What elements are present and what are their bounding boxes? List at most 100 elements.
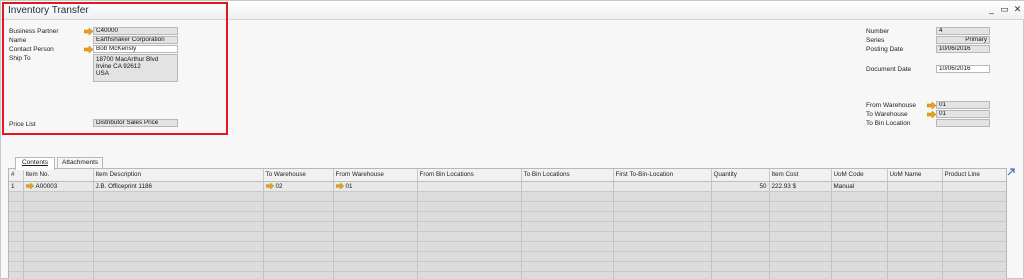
empty-cell[interactable] (613, 271, 712, 279)
link-arrow-icon[interactable] (927, 102, 936, 109)
empty-cell[interactable] (613, 221, 712, 232)
empty-cell[interactable] (263, 261, 334, 272)
empty-cell[interactable] (769, 191, 832, 202)
from-warehouse-cell[interactable]: 01 (333, 181, 418, 192)
column-header[interactable]: Item Description (93, 169, 264, 182)
empty-cell[interactable] (711, 251, 770, 262)
empty-cell[interactable] (942, 271, 1006, 279)
empty-cell[interactable] (9, 221, 24, 232)
empty-cell[interactable] (887, 191, 943, 202)
table-row[interactable]: 1 A00003 J.B. Officeprint 1186 02 01 50 … (9, 181, 1006, 192)
column-header[interactable]: To Warehouse (263, 169, 334, 182)
empty-cell[interactable] (613, 201, 712, 212)
empty-cell[interactable] (887, 261, 943, 272)
empty-cell[interactable] (942, 221, 1006, 232)
empty-cell[interactable] (417, 231, 522, 242)
empty-table-row[interactable] (9, 271, 1006, 279)
empty-cell[interactable] (831, 201, 888, 212)
column-header[interactable]: To Bin Locations (521, 169, 614, 182)
empty-cell[interactable] (769, 231, 832, 242)
empty-table-row[interactable] (9, 261, 1006, 272)
empty-cell[interactable] (613, 191, 712, 202)
empty-cell[interactable] (521, 231, 614, 242)
column-header[interactable]: UoM Code (831, 169, 888, 182)
empty-cell[interactable] (263, 201, 334, 212)
empty-cell[interactable] (93, 241, 264, 252)
empty-cell[interactable] (417, 241, 522, 252)
to-bin-location-field[interactable] (936, 119, 990, 127)
empty-cell[interactable] (613, 261, 712, 272)
empty-cell[interactable] (769, 261, 832, 272)
empty-cell[interactable] (521, 271, 614, 279)
empty-cell[interactable] (9, 241, 24, 252)
empty-cell[interactable] (711, 211, 770, 222)
empty-cell[interactable] (711, 191, 770, 202)
minimize-button[interactable]: _ (986, 4, 997, 15)
link-arrow-icon[interactable] (927, 111, 936, 118)
empty-cell[interactable] (769, 271, 832, 279)
expand-grid-icon[interactable] (1007, 167, 1016, 176)
empty-cell[interactable] (831, 271, 888, 279)
empty-cell[interactable] (887, 201, 943, 212)
contents-grid[interactable]: # Item No. Item Description To Warehouse… (8, 168, 1007, 279)
uom-code-cell[interactable]: Manual (831, 181, 888, 192)
empty-cell[interactable] (769, 201, 832, 212)
empty-cell[interactable] (333, 221, 418, 232)
empty-cell[interactable] (769, 211, 832, 222)
item-cost-cell[interactable]: 222.93 $ (769, 181, 832, 192)
quantity-cell[interactable]: 50 (711, 181, 770, 192)
tab-contents[interactable]: Contents (15, 157, 55, 170)
empty-cell[interactable] (942, 241, 1006, 252)
empty-cell[interactable] (613, 211, 712, 222)
empty-cell[interactable] (942, 251, 1006, 262)
empty-cell[interactable] (831, 261, 888, 272)
empty-cell[interactable] (831, 231, 888, 242)
uom-name-cell[interactable] (887, 181, 943, 192)
empty-cell[interactable] (333, 211, 418, 222)
empty-cell[interactable] (333, 241, 418, 252)
number-field[interactable]: 4 (936, 27, 990, 35)
empty-cell[interactable] (887, 251, 943, 262)
empty-cell[interactable] (417, 201, 522, 212)
empty-cell[interactable] (333, 251, 418, 262)
empty-cell[interactable] (887, 231, 943, 242)
empty-cell[interactable] (887, 241, 943, 252)
empty-table-row[interactable] (9, 241, 1006, 252)
empty-cell[interactable] (9, 211, 24, 222)
empty-cell[interactable] (417, 211, 522, 222)
empty-cell[interactable] (521, 201, 614, 212)
empty-cell[interactable] (711, 241, 770, 252)
empty-cell[interactable] (887, 271, 943, 279)
empty-cell[interactable] (23, 221, 94, 232)
empty-cell[interactable] (711, 231, 770, 242)
empty-cell[interactable] (93, 271, 264, 279)
empty-cell[interactable] (23, 211, 94, 222)
empty-cell[interactable] (93, 201, 264, 212)
empty-cell[interactable] (93, 251, 264, 262)
empty-cell[interactable] (831, 221, 888, 232)
empty-cell[interactable] (887, 221, 943, 232)
empty-cell[interactable] (263, 221, 334, 232)
empty-table-row[interactable] (9, 221, 1006, 232)
empty-cell[interactable] (263, 241, 334, 252)
empty-cell[interactable] (521, 211, 614, 222)
empty-cell[interactable] (23, 261, 94, 272)
column-header[interactable]: # (9, 169, 24, 182)
to-warehouse-field[interactable]: 01 (936, 110, 990, 118)
empty-cell[interactable] (263, 251, 334, 262)
empty-cell[interactable] (942, 201, 1006, 212)
empty-cell[interactable] (769, 251, 832, 262)
empty-cell[interactable] (942, 191, 1006, 202)
empty-cell[interactable] (23, 201, 94, 212)
empty-cell[interactable] (9, 271, 24, 279)
empty-cell[interactable] (93, 211, 264, 222)
empty-cell[interactable] (769, 221, 832, 232)
empty-cell[interactable] (831, 211, 888, 222)
empty-cell[interactable] (333, 271, 418, 279)
empty-cell[interactable] (263, 271, 334, 279)
empty-cell[interactable] (942, 231, 1006, 242)
link-arrow-icon[interactable] (265, 182, 274, 189)
empty-table-row[interactable] (9, 231, 1006, 242)
empty-cell[interactable] (9, 201, 24, 212)
empty-table-row[interactable] (9, 191, 1006, 202)
